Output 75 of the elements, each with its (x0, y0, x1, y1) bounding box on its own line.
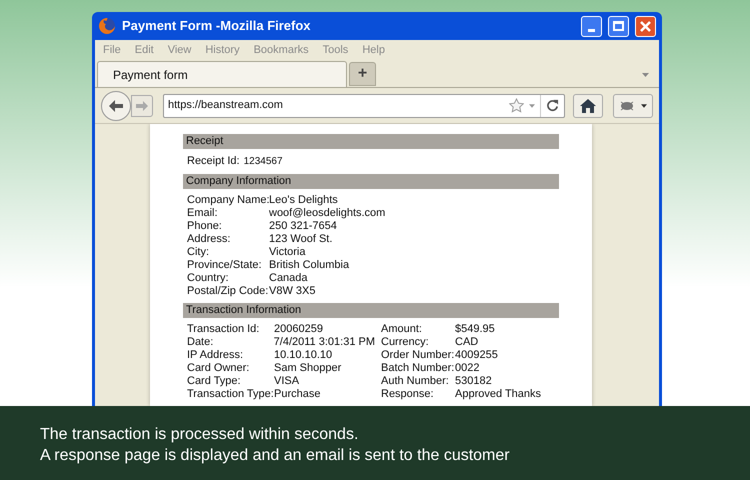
menu-item[interactable]: Edit (134, 42, 154, 58)
section-header: Receipt (183, 134, 559, 149)
field-label: IP Address: (187, 349, 244, 362)
field-value: 4009255 (455, 349, 498, 362)
field-value: 250 321-7654 (269, 220, 337, 233)
field-value: Approved Thanks (455, 388, 542, 401)
menu-item[interactable]: Tools (322, 42, 348, 58)
close-button[interactable] (635, 16, 656, 36)
field-label: Card Owner: (187, 362, 250, 375)
field-label: Email: (187, 207, 219, 220)
firefox-logo-icon (98, 17, 116, 35)
dropdown-icon (641, 104, 647, 108)
field-label: Company Name: (187, 194, 269, 207)
field-label: Address: (187, 233, 232, 246)
field-value: Leo's Delights (269, 194, 338, 207)
field-value: woof@leosdelights.com (269, 207, 386, 220)
field-value: Victoria (269, 246, 306, 259)
home-button[interactable] (573, 94, 603, 118)
bug-icon (619, 100, 635, 112)
section-header: Company Information (183, 174, 559, 189)
star-icon[interactable] (509, 98, 524, 113)
field-label: Province/State: (187, 259, 263, 272)
back-arrow-icon (109, 100, 123, 112)
field-value: $549.95 (455, 323, 495, 336)
address-bar[interactable]: https://beanstream.com (163, 94, 565, 118)
caption-text: A response page is displayed and an email is sent to the customer (40, 446, 511, 466)
field-label: Batch Number: (381, 362, 455, 375)
close-icon (640, 20, 651, 32)
field-value: Sam Shopper (274, 362, 342, 375)
field-value: 123 Woof St. (269, 233, 332, 246)
minimize-button[interactable] (581, 16, 602, 36)
field-label: City: (187, 246, 210, 259)
field-label: Phone: (187, 220, 223, 233)
field-label: Country: (187, 272, 230, 285)
back-button[interactable] (101, 90, 131, 120)
field-label: Currency: (381, 336, 430, 349)
new-tab-button[interactable]: + (349, 62, 376, 86)
field-label: Date: (187, 336, 214, 349)
field-value: 0022 (455, 362, 480, 375)
dropdown-icon[interactable] (642, 73, 649, 77)
field-label: Response: (381, 388, 435, 401)
field-value: British Columbia (269, 259, 350, 272)
menu-item[interactable]: History (205, 42, 240, 58)
menu-item[interactable]: Bookmarks (254, 42, 309, 58)
forward-arrow-icon (136, 100, 148, 110)
field-label: Order Number: (381, 349, 455, 362)
field-value: Canada (269, 272, 308, 285)
field-label: Transaction Type: (187, 388, 274, 401)
menu-item[interactable]: File (103, 42, 121, 58)
field-value: V8W 3X5 (269, 285, 316, 298)
addon-button[interactable] (613, 94, 653, 118)
field-value: 20060259 (274, 323, 323, 336)
dropdown-icon[interactable] (529, 104, 535, 108)
field-value: 530182 (455, 375, 492, 388)
field-label: Card Type: (187, 375, 242, 388)
field-value: CAD (455, 336, 478, 349)
field-value: 10.10.10.10 (274, 349, 332, 362)
browser-tab[interactable]: Payment form (97, 61, 347, 87)
field-label: Transaction Id: (187, 323, 260, 336)
maximize-button[interactable] (608, 16, 629, 36)
field-value: Purchase (274, 388, 320, 401)
field-value: 1234567 (244, 155, 283, 168)
field-value: 7/4/2011 3:01:31 PM (274, 336, 375, 349)
field-value: VISA (274, 375, 300, 388)
menu-item[interactable]: View (168, 42, 192, 58)
caption-text: The transaction is processed within seconds. (40, 425, 360, 445)
home-icon (580, 98, 596, 112)
section-header: Transaction Information (183, 303, 559, 318)
field-label: Amount: (381, 323, 423, 336)
field-label: Auth Number: (381, 375, 450, 388)
field-label: Postal/Zip Code: (187, 285, 269, 298)
field-label: Receipt Id: (187, 155, 240, 168)
window-title: Payment Form -Mozilla Firefox (122, 17, 312, 36)
reload-icon[interactable] (546, 99, 559, 112)
menu-item[interactable]: Help (362, 42, 385, 58)
